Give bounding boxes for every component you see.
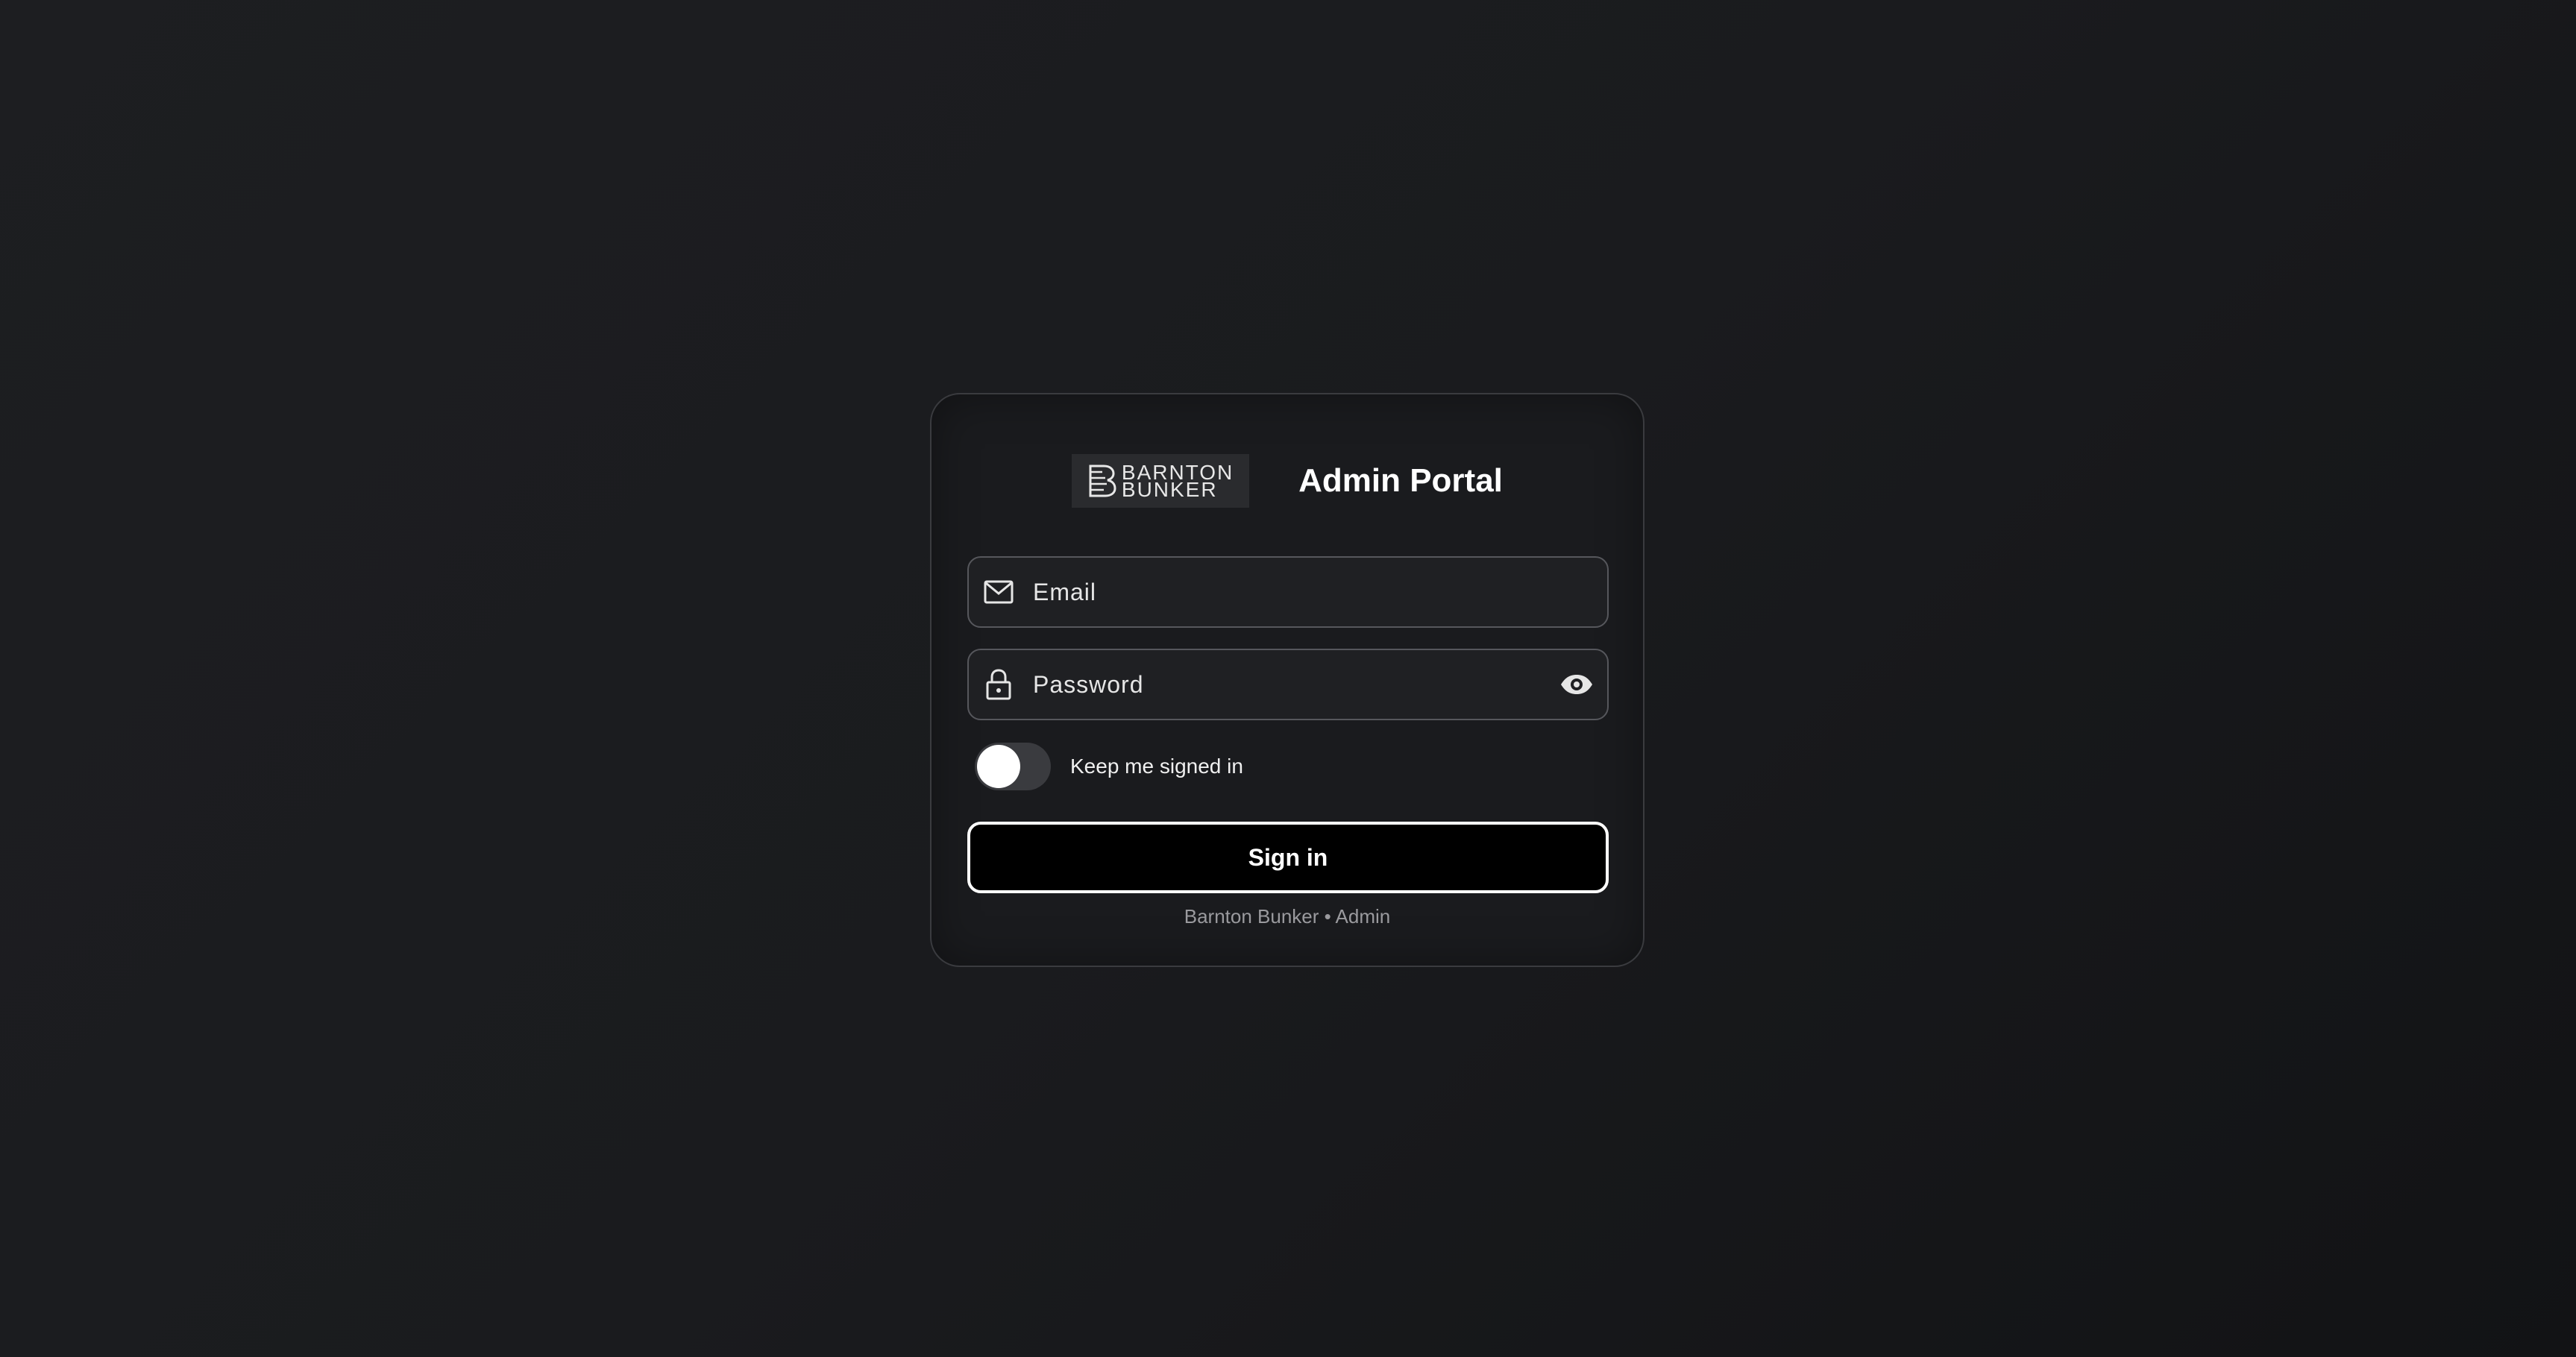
eye-icon[interactable] — [1558, 666, 1595, 703]
keep-signed-in-toggle[interactable] — [975, 743, 1051, 790]
lock-icon — [982, 668, 1015, 701]
keep-signed-in-label[interactable]: Keep me signed in — [1070, 755, 1243, 778]
page-title: Admin Portal — [1298, 462, 1503, 499]
keep-signed-in-row: Keep me signed in — [975, 743, 1243, 790]
logo-b-mark-icon — [1089, 465, 1116, 497]
logo-line-2: BUNKER — [1121, 478, 1218, 501]
logo-wordmark: BARNTON BUNKER — [1121, 462, 1234, 501]
brand-logo: BARNTON BUNKER — [1072, 454, 1250, 508]
login-card: BARNTON BUNKER Admin Portal Email Keep m… — [930, 393, 1644, 967]
mail-icon — [982, 576, 1015, 608]
password-input[interactable] — [1031, 649, 1558, 720]
login-header: BARNTON BUNKER Admin Portal — [932, 454, 1643, 508]
toggle-knob — [977, 745, 1020, 788]
footer-text: Barnton Bunker • Admin — [1184, 905, 1391, 928]
password-field[interactable] — [967, 649, 1609, 720]
email-input[interactable] — [1031, 557, 1607, 627]
email-field[interactable] — [967, 556, 1609, 628]
sign-in-button[interactable]: Sign in — [967, 822, 1609, 893]
